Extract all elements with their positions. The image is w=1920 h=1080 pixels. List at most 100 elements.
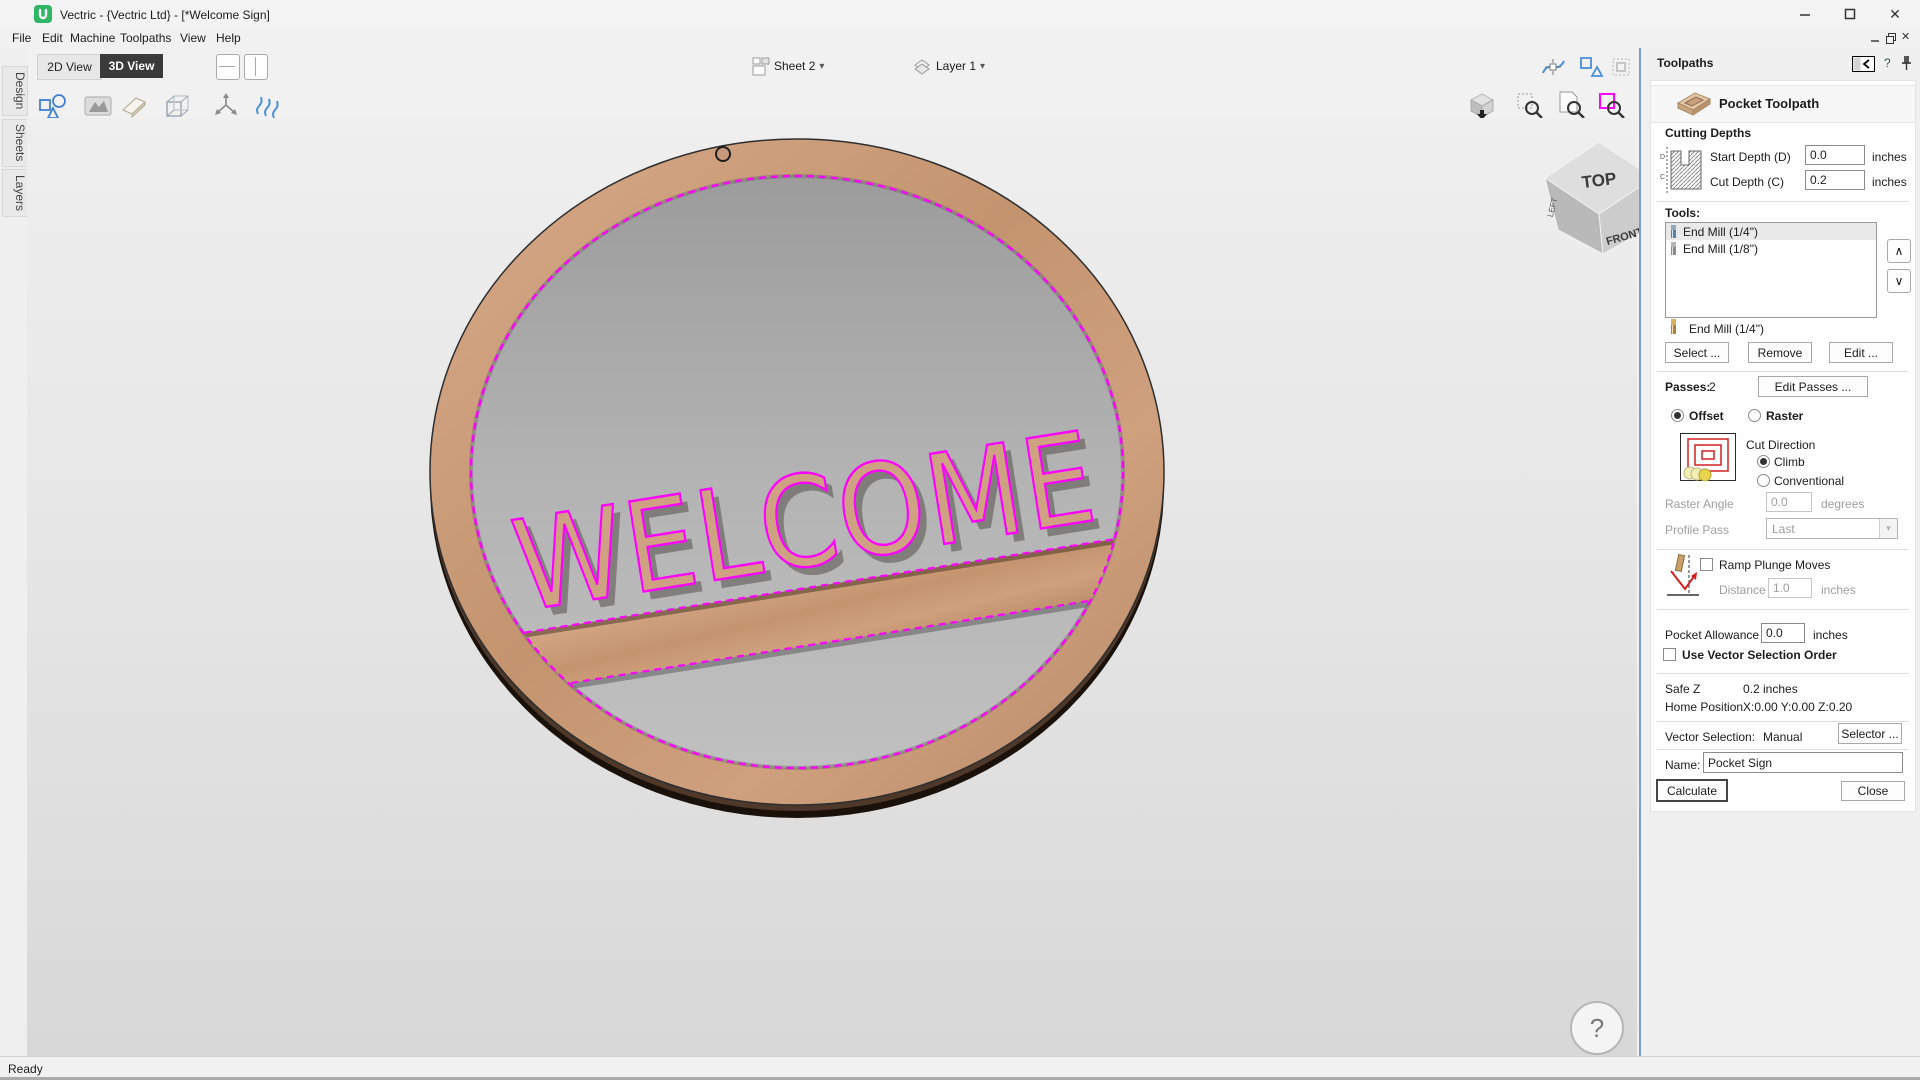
help-icon: ? — [1590, 1013, 1604, 1044]
tool-list-item[interactable]: End Mill (1/8") — [1666, 240, 1876, 257]
menu-help[interactable]: Help — [212, 30, 245, 47]
edit-passes-button[interactable]: Edit Passes ... — [1758, 376, 1868, 397]
window-close-button[interactable]: ✕ — [1880, 3, 1910, 25]
app-logo-icon — [34, 5, 52, 23]
start-depth-unit: inches — [1872, 149, 1907, 165]
tools-heading: Tools: — [1665, 205, 1700, 221]
title-bar: Vectric - {Vectric Ltd} - [*Welcome Sign… — [0, 0, 1920, 28]
toolpath-preview-icon[interactable] — [252, 90, 282, 120]
split-horizontal-icon[interactable] — [216, 54, 240, 80]
sidebar-tab-sheets[interactable]: Sheets — [2, 119, 28, 167]
pocket-toolpath-icon — [1673, 89, 1713, 119]
cut-depth-label: Cut Depth (C) — [1710, 174, 1784, 190]
sheet-icon — [752, 56, 770, 76]
snap-geometry-icon[interactable] — [1578, 55, 1604, 79]
wireframe-cube-icon[interactable] — [163, 92, 193, 120]
endmill-icon — [1669, 242, 1678, 255]
selected-endmill-icon — [1669, 319, 1678, 334]
sheet-selector[interactable]: Sheet 2 ▾ — [752, 55, 824, 77]
menu-machine[interactable]: Machine — [66, 30, 119, 47]
zoom-drawing-icon[interactable] — [1556, 90, 1586, 120]
component-preview-icon[interactable] — [84, 94, 112, 118]
snap-curve-icon[interactable] — [1540, 55, 1566, 79]
offset-radio[interactable] — [1671, 409, 1684, 422]
tool-list[interactable]: End Mill (1/4") End Mill (1/8") — [1665, 222, 1877, 318]
layer-selector[interactable]: Layer 1 ▾ — [912, 55, 985, 77]
toolpath-name-input[interactable] — [1703, 752, 1903, 773]
pocket-toolpath-form: Pocket Toolpath Cutting Depths D C Start… — [1650, 80, 1916, 812]
menu-toolpaths[interactable]: Toolpaths — [116, 30, 175, 47]
3d-view-canvas[interactable]: WELCOME WELCOME TOP FRONT LEFT ? — [27, 118, 1637, 1056]
caret-down-icon: ▾ — [1879, 519, 1897, 538]
ramp-distance-input[interactable] — [1768, 578, 1812, 598]
menu-view[interactable]: View — [176, 30, 210, 47]
caret-down-icon: ▾ — [819, 61, 824, 72]
status-bar: Ready — [0, 1056, 1920, 1080]
split-vertical-icon[interactable] — [244, 54, 268, 80]
raster-radio[interactable] — [1748, 409, 1761, 422]
ramp-plunge-checkbox[interactable] — [1700, 558, 1713, 571]
tab-3d-view[interactable]: 3D View — [100, 54, 163, 78]
conventional-radio-label: Conventional — [1774, 473, 1844, 489]
tool-select-button[interactable]: Select ... — [1665, 342, 1729, 363]
raster-radio-label: Raster — [1766, 408, 1803, 424]
selected-tool-label: End Mill (1/4") — [1689, 321, 1764, 337]
panel-help-icon[interactable]: ? — [1884, 55, 1891, 71]
tool-item-label: End Mill (1/4") — [1683, 225, 1758, 239]
toolpath-name-label: Name: — [1665, 757, 1700, 773]
pocket-allowance-label: Pocket Allowance — [1665, 627, 1759, 643]
tool-move-up-button[interactable]: ∧ — [1887, 239, 1911, 263]
window-minimize-button[interactable] — [1790, 3, 1820, 25]
help-button[interactable]: ? — [1570, 1001, 1624, 1055]
material-block-icon[interactable] — [120, 92, 148, 120]
tab-2d-view[interactable]: 2D View — [37, 54, 102, 80]
window-title: Vectric - {Vectric Ltd} - [*Welcome Sign… — [60, 7, 270, 23]
side-tab-strip: Design Sheets Layers — [0, 48, 27, 1056]
tool-list-item[interactable]: End Mill (1/4") — [1666, 223, 1876, 240]
zoom-selection-icon[interactable] — [1598, 92, 1626, 120]
pocket-allowance-input[interactable] — [1761, 623, 1805, 643]
menu-edit[interactable]: Edit — [38, 30, 67, 47]
passes-label: Passes: — [1665, 379, 1710, 395]
tool-remove-button[interactable]: Remove — [1748, 342, 1812, 363]
profile-pass-value: Last — [1767, 522, 1879, 536]
collapse-panel-icon[interactable] — [1852, 56, 1876, 73]
sign-3d-model[interactable]: WELCOME WELCOME — [27, 118, 1637, 1056]
document-restore-button[interactable] — [1885, 32, 1897, 44]
caret-down-icon: ▾ — [980, 61, 985, 72]
zoom-box-icon[interactable] — [1516, 92, 1544, 120]
document-close-button[interactable]: ✕ — [1901, 30, 1913, 44]
hang-hole[interactable] — [716, 147, 730, 161]
vectric-window: Vectric - {Vectric Ltd} - [*Welcome Sign… — [0, 0, 1920, 1080]
raster-angle-input[interactable] — [1766, 492, 1812, 512]
sidebar-tab-design[interactable]: Design — [2, 66, 28, 116]
svg-text:C: C — [1660, 174, 1665, 181]
document-minimize-button[interactable] — [1869, 32, 1881, 44]
safe-z-label: Safe Z — [1665, 681, 1700, 697]
profile-pass-dropdown[interactable]: Last ▾ — [1766, 518, 1898, 539]
draw-vectors-icon[interactable] — [38, 92, 70, 120]
home-position-value: X:0.00 Y:0.00 Z:0.20 — [1743, 699, 1852, 715]
origin-axes-icon[interactable] — [212, 92, 240, 120]
calculate-button[interactable]: Calculate — [1656, 779, 1728, 802]
tool-move-down-button[interactable]: ∨ — [1887, 269, 1911, 293]
close-button[interactable]: Close — [1841, 781, 1905, 801]
menu-file[interactable]: File — [8, 30, 35, 47]
vector-selection-value: Manual — [1763, 729, 1802, 745]
vector-selector-button[interactable]: Selector ... — [1838, 723, 1902, 744]
ramp-distance-unit: inches — [1821, 582, 1856, 598]
pin-panel-icon[interactable] — [1900, 54, 1913, 72]
vector-order-checkbox[interactable] — [1663, 648, 1676, 661]
sidebar-tab-layers[interactable]: Layers — [2, 169, 28, 217]
conventional-radio[interactable] — [1757, 474, 1770, 487]
home-position-label: Home Position — [1665, 699, 1743, 715]
sheet-selector-label: Sheet 2 — [774, 59, 815, 73]
climb-radio[interactable] — [1757, 455, 1770, 468]
snap-grid-icon[interactable] — [1610, 55, 1634, 79]
window-maximize-button[interactable] — [1835, 3, 1865, 25]
start-depth-input[interactable] — [1805, 145, 1865, 165]
cutting-depths-heading: Cutting Depths — [1665, 125, 1751, 141]
cut-depth-input[interactable] — [1805, 170, 1865, 190]
tool-edit-button[interactable]: Edit ... — [1829, 342, 1893, 363]
ramp-distance-label: Distance — [1719, 582, 1766, 598]
